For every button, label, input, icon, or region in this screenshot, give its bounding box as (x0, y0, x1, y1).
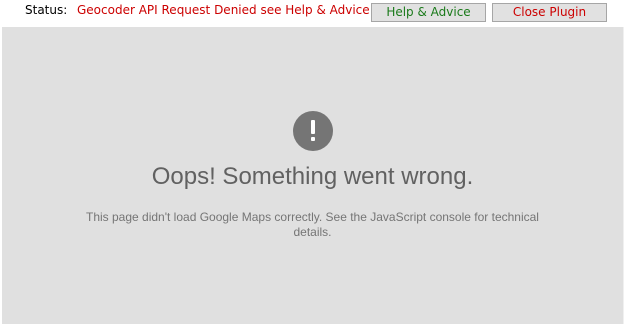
status-message: Geocoder API Request Denied see Help & A… (77, 3, 408, 17)
exclamation-icon (293, 111, 333, 151)
exclamation-bar (311, 120, 315, 134)
map-error-panel: Oops! Something went wrong. This page di… (2, 27, 623, 324)
plugin-window: Status: Geocoder API Request Denied see … (0, 0, 628, 327)
help-advice-button[interactable]: Help & Advice (371, 3, 486, 22)
status-bar: Status: Geocoder API Request Denied see … (0, 0, 628, 26)
status-label: Status: (25, 3, 68, 17)
error-title: Oops! Something went wrong. (151, 163, 474, 190)
close-plugin-button[interactable]: Close Plugin (492, 3, 607, 22)
exclamation-dot (311, 137, 315, 141)
error-detail: This page didn't load Google Maps correc… (86, 210, 539, 239)
panel-edge (623, 27, 624, 324)
